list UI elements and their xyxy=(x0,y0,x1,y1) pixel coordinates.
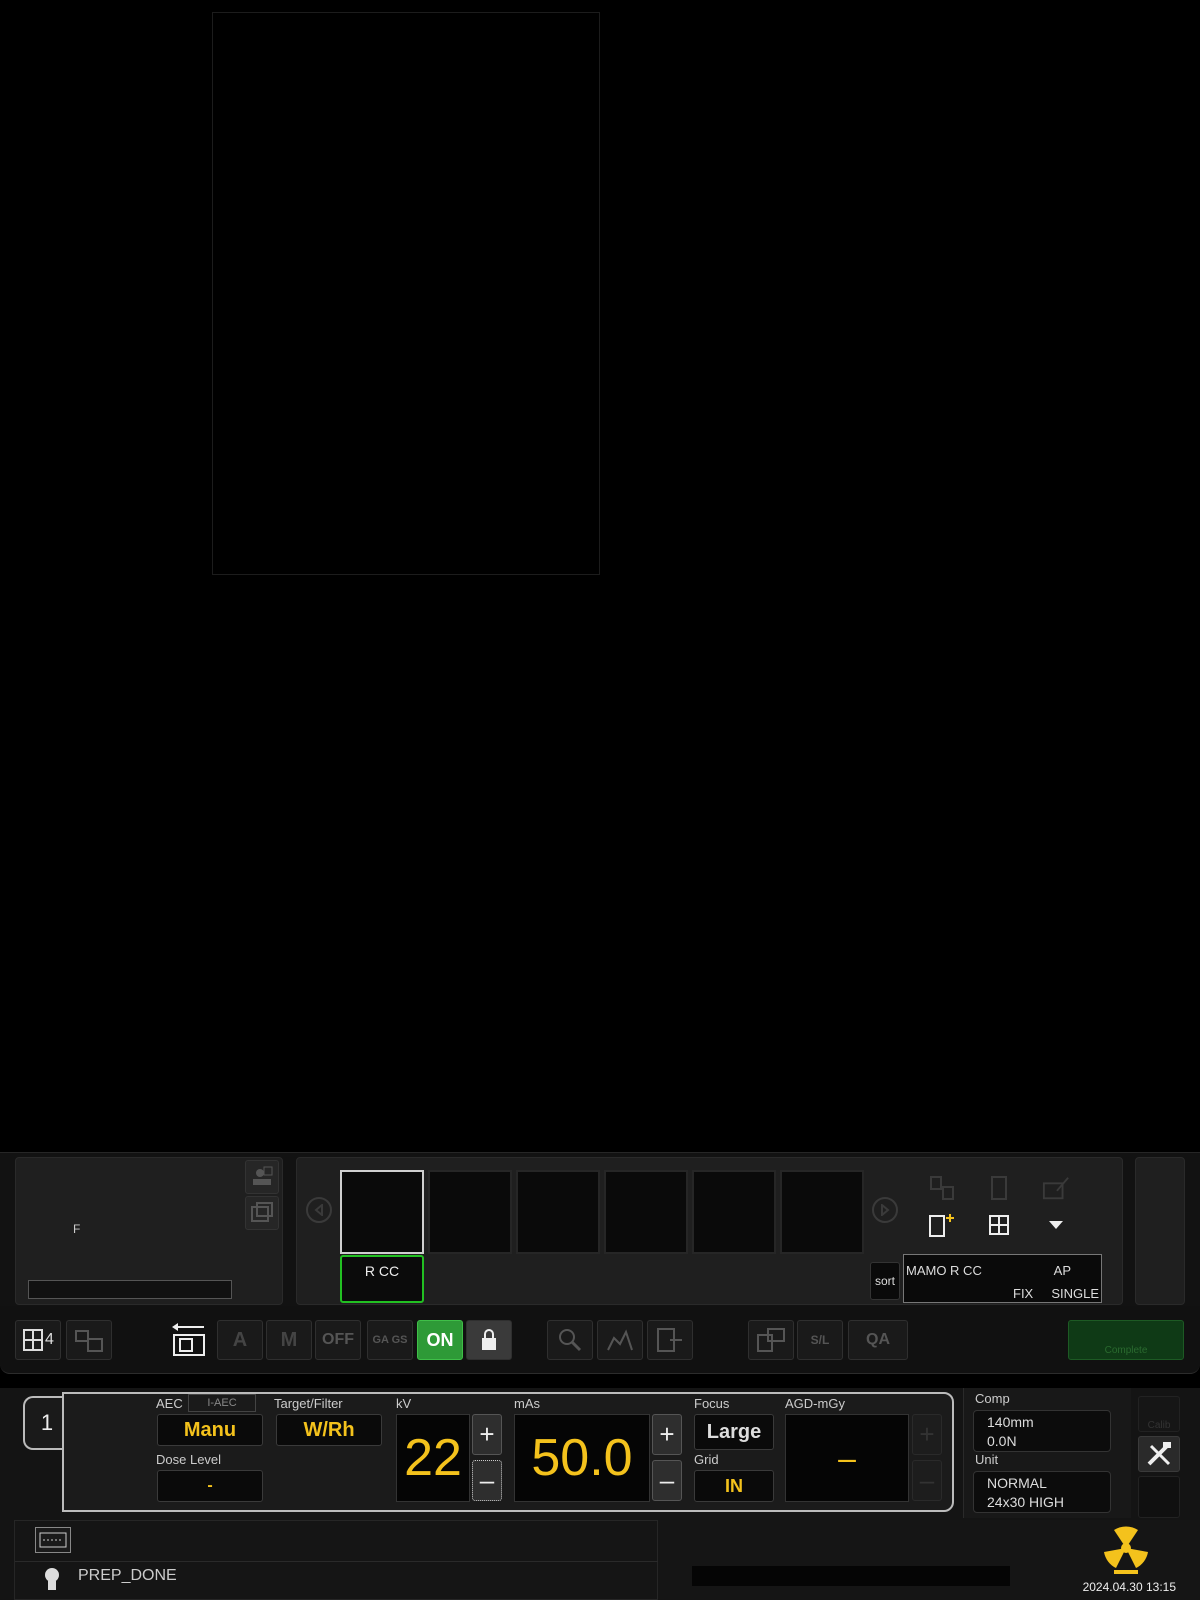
export-button[interactable] xyxy=(647,1320,693,1360)
layout-button[interactable]: 4 xyxy=(15,1320,61,1360)
layout-grid-icon[interactable] xyxy=(985,1211,1013,1239)
protocol-type: SINGLE xyxy=(1051,1286,1099,1301)
send-button[interactable] xyxy=(748,1320,794,1360)
calib-button: Calib xyxy=(1138,1396,1180,1432)
mas-label: mAs xyxy=(514,1396,540,1411)
sort-button[interactable]: sort xyxy=(870,1262,900,1300)
unit-label: Unit xyxy=(975,1452,999,1467)
swap-image-icon[interactable] xyxy=(928,1174,956,1202)
thumbnail-panel: R CC sort MAMO R CC AP FIX SINGLE xyxy=(296,1157,1123,1305)
focus-label: Focus xyxy=(694,1396,730,1411)
image-list-icon[interactable] xyxy=(245,1196,279,1230)
keyboard-icon[interactable] xyxy=(35,1527,71,1553)
protocol-mode: FIX xyxy=(1013,1286,1034,1301)
thumbnail-5[interactable] xyxy=(692,1170,776,1254)
protocol-position: AP xyxy=(1053,1263,1071,1278)
agd-minus-button: – xyxy=(912,1460,942,1501)
unit-mode: NORMAL xyxy=(987,1475,1047,1491)
target-filter-label: Target/Filter xyxy=(274,1396,343,1411)
edit-image-icon[interactable] xyxy=(1042,1174,1070,1202)
agd-plus-button: + xyxy=(912,1414,942,1455)
tools-button[interactable] xyxy=(1138,1436,1180,1472)
qa-button[interactable]: QA xyxy=(848,1320,908,1360)
aec-mode-button[interactable]: Manu xyxy=(157,1414,263,1446)
rotate-image-button[interactable] xyxy=(166,1320,212,1360)
lock-button[interactable] xyxy=(466,1320,512,1360)
comp-force: 0.0N xyxy=(987,1433,1017,1449)
unit-values: NORMAL 24x30 HIGH xyxy=(973,1471,1111,1513)
transfer-button[interactable] xyxy=(66,1320,112,1360)
ga-gs-button[interactable]: GA GS xyxy=(367,1320,413,1360)
comp-thickness: 140mm xyxy=(987,1414,1034,1430)
empty-side-button xyxy=(1138,1476,1180,1518)
iaec-button[interactable]: I-AEC xyxy=(188,1394,256,1412)
focus-button[interactable]: Large xyxy=(694,1414,774,1450)
exposure-settings: AEC I-AEC Manu Target/Filter W/Rh Dose L… xyxy=(62,1392,954,1512)
grid-label: Grid xyxy=(694,1452,719,1467)
compression-panel: Comp 140mm 0.0N Unit NORMAL 24x30 HIGH xyxy=(963,1388,1131,1518)
dose-level-button[interactable]: - xyxy=(157,1470,263,1502)
image-info-icon[interactable] xyxy=(985,1174,1013,1202)
auto-on-button[interactable]: ON xyxy=(417,1320,463,1360)
unit-detector: 24x30 HIGH xyxy=(987,1494,1065,1510)
image-viewer[interactable] xyxy=(0,0,1200,1152)
patient-side-label: F xyxy=(73,1222,81,1236)
zoom-button[interactable] xyxy=(547,1320,593,1360)
mas-minus-button[interactable]: – xyxy=(652,1460,682,1501)
image-frame[interactable] xyxy=(212,12,600,575)
kv-minus-button[interactable]: – xyxy=(472,1460,502,1501)
agd-label: AGD-mGy xyxy=(785,1396,845,1411)
thumbnail-4[interactable] xyxy=(604,1170,688,1254)
sl-button[interactable]: S/L xyxy=(797,1320,843,1360)
dropdown-icon[interactable] xyxy=(1042,1211,1070,1239)
thumbnail-1[interactable] xyxy=(340,1170,424,1254)
protocol-name: MAMO R CC xyxy=(906,1263,982,1278)
marker-button[interactable]: M xyxy=(266,1320,312,1360)
status-bar: PREP_DONE 2024.04.30 13:15 xyxy=(0,1520,1200,1600)
selected-view-label[interactable]: R CC xyxy=(340,1255,424,1303)
aec-label: AEC xyxy=(156,1396,183,1411)
progress-bar xyxy=(692,1566,1010,1586)
off-button[interactable]: OFF xyxy=(315,1320,361,1360)
mas-plus-button[interactable]: + xyxy=(652,1414,682,1455)
agd-value: – xyxy=(785,1414,909,1502)
tools-icon xyxy=(1147,1442,1171,1466)
status-right: 2024.04.30 13:15 xyxy=(658,1520,1200,1600)
mas-value: 50.0 xyxy=(514,1414,650,1502)
thumbnail-3[interactable] xyxy=(516,1170,600,1254)
status-indicator-icon xyxy=(43,1567,61,1596)
kv-plus-button[interactable]: + xyxy=(472,1414,502,1455)
target-filter-button[interactable]: W/Rh xyxy=(276,1414,382,1446)
patient-name-field[interactable] xyxy=(28,1280,232,1299)
radiation-icon xyxy=(1100,1526,1152,1581)
status-divider xyxy=(15,1561,659,1562)
main-toolbar: 4 A M OFF GA GS ON S/L QA Complete xyxy=(0,1306,1200,1374)
patient-panel: F xyxy=(15,1157,283,1305)
side-panel xyxy=(1135,1157,1185,1305)
status-left: PREP_DONE xyxy=(14,1520,659,1600)
dose-level-label: Dose Level xyxy=(156,1452,222,1467)
kv-value: 22 xyxy=(396,1414,470,1502)
prev-arrow-icon[interactable] xyxy=(306,1197,332,1223)
grid-button[interactable]: IN xyxy=(694,1470,774,1502)
complete-button[interactable]: Complete xyxy=(1068,1320,1184,1360)
patient-info-icon[interactable] xyxy=(245,1160,279,1194)
layout-count: 4 xyxy=(45,1331,54,1348)
thumbnail-2[interactable] xyxy=(428,1170,512,1254)
thumbnail-strip: F R CC sort MAMO R CC AP FIX SINGLE xyxy=(0,1152,1200,1306)
compression-values: 140mm 0.0N xyxy=(973,1410,1111,1452)
status-text: PREP_DONE xyxy=(78,1567,177,1584)
histogram-button[interactable] xyxy=(597,1320,643,1360)
exposure-panel: 1 AEC I-AEC Manu Target/Filter W/Rh Dose… xyxy=(0,1388,1200,1600)
comp-label: Comp xyxy=(975,1391,1010,1406)
annotation-button[interactable]: A xyxy=(217,1320,263,1360)
protocol-info: MAMO R CC AP FIX SINGLE xyxy=(903,1254,1102,1303)
datetime: 2024.04.30 13:15 xyxy=(1082,1580,1176,1594)
next-arrow-icon[interactable] xyxy=(872,1197,898,1223)
kv-label: kV xyxy=(396,1396,412,1411)
add-image-icon[interactable] xyxy=(928,1211,956,1239)
thumbnail-6[interactable] xyxy=(780,1170,864,1254)
